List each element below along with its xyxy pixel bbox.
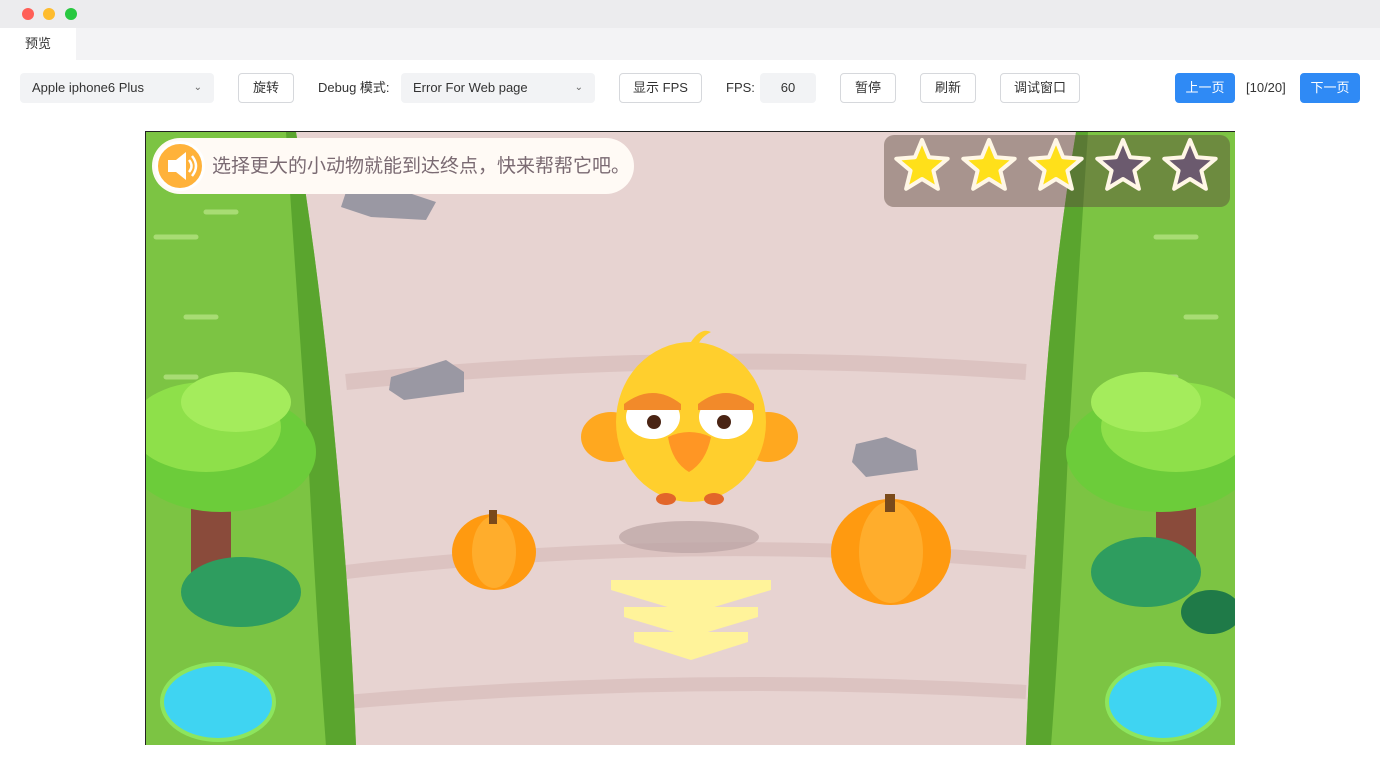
- instruction-text: 选择更大的小动物就能到达终点，快来帮帮它吧。: [212, 155, 631, 177]
- debug-mode-label: Debug 模式:: [318, 80, 390, 95]
- close-window-button[interactable]: [22, 8, 34, 20]
- chevron-down-icon: ⌄: [574, 82, 583, 93]
- window-titlebar: [0, 0, 1380, 28]
- star-empty-icon: [1095, 138, 1151, 191]
- game-stage: 选择更大的小动物就能到达终点，快来帮帮它吧。: [145, 131, 1235, 745]
- show-fps-button[interactable]: 显示 FPS: [619, 73, 702, 103]
- refresh-button[interactable]: 刷新: [920, 73, 976, 103]
- chevron-down-icon: ⌄: [193, 82, 202, 93]
- toolbar: Apple iphone6 Plus ⌄ 旋转 Debug 模式: Error …: [0, 60, 1380, 116]
- game-scene: [146, 132, 1235, 745]
- rotate-button[interactable]: 旋转: [238, 73, 294, 103]
- debug-window-button[interactable]: 调试窗口: [1000, 73, 1080, 103]
- instruction-bubble: 选择更大的小动物就能到达终点，快来帮帮它吧。: [152, 138, 634, 194]
- page-indicator: [10/20]: [1246, 80, 1286, 95]
- prev-page-button[interactable]: 上一页: [1175, 73, 1235, 103]
- star-empty-icon: [1162, 138, 1218, 191]
- star-filled-icon: [961, 138, 1017, 191]
- device-select[interactable]: Apple iphone6 Plus ⌄: [20, 73, 214, 103]
- next-page-button[interactable]: 下一页: [1300, 73, 1360, 103]
- pause-button[interactable]: 暂停: [840, 73, 896, 103]
- device-select-value: Apple iphone6 Plus: [32, 80, 145, 95]
- fps-input[interactable]: 60: [760, 73, 816, 103]
- maximize-window-button[interactable]: [65, 8, 77, 20]
- minimize-window-button[interactable]: [43, 8, 55, 20]
- star-filled-icon: [894, 138, 950, 191]
- speaker-icon[interactable]: [155, 141, 205, 191]
- fps-label: FPS:: [726, 80, 755, 95]
- star-rating-panel: [884, 135, 1230, 207]
- debug-mode-value: Error For Web page: [413, 80, 528, 95]
- tab-preview[interactable]: 预览: [0, 28, 76, 60]
- tab-bar: 预览: [0, 28, 1380, 60]
- debug-mode-select[interactable]: Error For Web page ⌄: [401, 73, 595, 103]
- star-filled-icon: [1028, 138, 1084, 191]
